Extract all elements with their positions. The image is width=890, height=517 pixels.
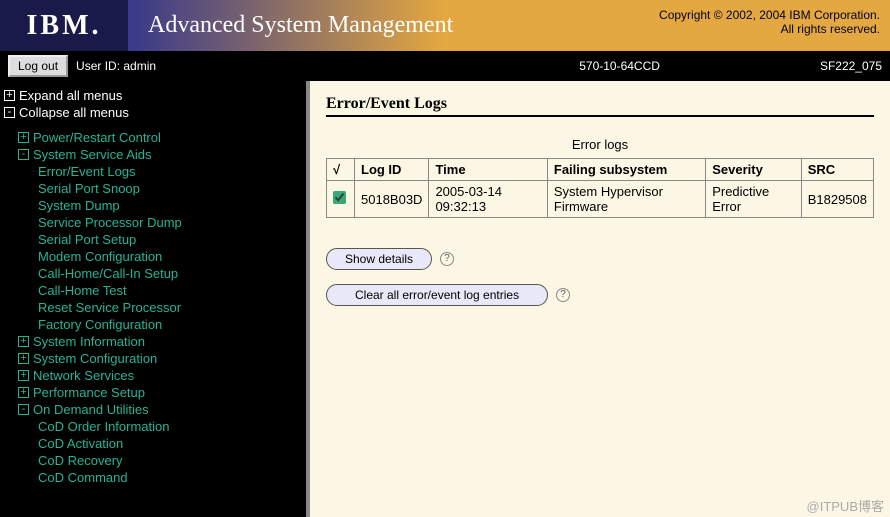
- nav-item-label: CoD Order Information: [38, 419, 170, 434]
- cell-src: B1829508: [801, 181, 873, 218]
- watermark: @ITPUB博客: [807, 496, 884, 515]
- machine-id: 570-10-64CCD: [579, 59, 660, 73]
- nav-item-cod-order-information[interactable]: CoD Order Information: [4, 418, 306, 435]
- minus-icon: -: [18, 404, 29, 415]
- plus-icon: +: [4, 90, 15, 101]
- nav-item-service-processor-dump[interactable]: Service Processor Dump: [4, 214, 306, 231]
- app-header: IBM. Advanced System Management Copyrigh…: [0, 0, 890, 51]
- nav-item-network-services[interactable]: + Network Services: [4, 367, 306, 384]
- section-title: Error logs: [326, 137, 874, 152]
- nav-item-label: Performance Setup: [33, 385, 145, 400]
- nav-item-on-demand-utilities[interactable]: -On Demand Utilities: [4, 401, 306, 418]
- plus-icon: +: [18, 353, 29, 364]
- show-details-button[interactable]: Show details: [326, 248, 432, 270]
- cell-log_id: 5018B03D: [355, 181, 429, 218]
- nav-item-label: Call-Home Test: [38, 283, 127, 298]
- copyright: Copyright © 2002, 2004 IBM Corporation. …: [659, 8, 880, 36]
- col-src: SRC: [801, 159, 873, 181]
- ibm-logo: IBM.: [27, 16, 102, 36]
- plus-icon: +: [18, 132, 29, 143]
- collapse-all-menus[interactable]: - Collapse all menus: [4, 104, 306, 121]
- page-title: Error/Event Logs: [326, 95, 874, 117]
- table-row: 5018B03D2005-03-14 09:32:13System Hyperv…: [327, 181, 874, 218]
- nav-item-label: CoD Command: [38, 470, 128, 485]
- plus-icon: +: [18, 387, 29, 398]
- nav-item-label: System Dump: [38, 198, 120, 213]
- nav-item-label: Power/Restart Control: [33, 130, 161, 145]
- minus-icon: -: [4, 107, 15, 118]
- nav-item-label: Call-Home/Call-In Setup: [38, 266, 178, 281]
- nav-item-call-home-test[interactable]: Call-Home Test: [4, 282, 306, 299]
- nav-item-cod-recovery[interactable]: CoD Recovery: [4, 452, 306, 469]
- nav-item-label: CoD Activation: [38, 436, 123, 451]
- nav-item-system-configuration[interactable]: + System Configuration: [4, 350, 306, 367]
- nav-item-label: Error/Event Logs: [38, 164, 136, 179]
- col-time: Time: [429, 159, 547, 181]
- nav-item-factory-configuration[interactable]: Factory Configuration: [4, 316, 306, 333]
- nav-item-modem-configuration[interactable]: Modem Configuration: [4, 248, 306, 265]
- col-log-id: Log ID: [355, 159, 429, 181]
- nav-item-label: System Information: [33, 334, 145, 349]
- expand-all-menus[interactable]: + Expand all menus: [4, 87, 306, 104]
- nav-item-label: CoD Recovery: [38, 453, 123, 468]
- help-icon[interactable]: ?: [556, 288, 570, 302]
- nav-item-label: System Service Aids: [33, 147, 152, 162]
- user-id-label: User ID: admin: [76, 59, 156, 73]
- user-bar: Log out User ID: admin 570-10-64CCD SF22…: [0, 51, 890, 81]
- nav-item-label: Network Services: [33, 368, 134, 383]
- col-check: √: [327, 159, 355, 181]
- nav-item-cod-command[interactable]: CoD Command: [4, 469, 306, 486]
- nav-item-reset-service-processor[interactable]: Reset Service Processor: [4, 299, 306, 316]
- error-log-table: √ Log ID Time Failing subsystem Severity…: [326, 158, 874, 218]
- main-area: + Expand all menus - Collapse all menus …: [0, 81, 890, 517]
- copyright-line1: Copyright © 2002, 2004 IBM Corporation.: [659, 8, 880, 22]
- nav-item-label: Modem Configuration: [38, 249, 162, 264]
- nav-item-serial-port-snoop[interactable]: Serial Port Snoop: [4, 180, 306, 197]
- nav-item-label: System Configuration: [33, 351, 157, 366]
- logo-area: IBM.: [0, 0, 128, 51]
- nav-item-label: Serial Port Setup: [38, 232, 136, 247]
- col-failing: Failing subsystem: [547, 159, 705, 181]
- firmware-version: SF222_075: [820, 59, 882, 73]
- nav-item-label: On Demand Utilities: [33, 402, 149, 417]
- nav-item-label: Service Processor Dump: [38, 215, 182, 230]
- content-area: Error/Event Logs Error logs √ Log ID Tim…: [310, 81, 890, 517]
- logout-button[interactable]: Log out: [8, 55, 68, 77]
- minus-icon: -: [18, 149, 29, 160]
- cell-severity: Predictive Error: [706, 181, 802, 218]
- nav-item-system-information[interactable]: + System Information: [4, 333, 306, 350]
- nav-item-power-restart-control[interactable]: + Power/Restart Control: [4, 129, 306, 146]
- plus-icon: +: [18, 370, 29, 381]
- nav-item-label: Serial Port Snoop: [38, 181, 140, 196]
- nav-item-cod-activation[interactable]: CoD Activation: [4, 435, 306, 452]
- nav-item-performance-setup[interactable]: + Performance Setup: [4, 384, 306, 401]
- nav-item-label: Reset Service Processor: [38, 300, 181, 315]
- nav-item-serial-port-setup[interactable]: Serial Port Setup: [4, 231, 306, 248]
- copyright-line2: All rights reserved.: [659, 22, 880, 36]
- nav-item-call-home-call-in-setup[interactable]: Call-Home/Call-In Setup: [4, 265, 306, 282]
- cell-failing: System Hypervisor Firmware: [547, 181, 705, 218]
- nav-item-system-service-aids[interactable]: -System Service Aids: [4, 146, 306, 163]
- cell-time: 2005-03-14 09:32:13: [429, 181, 547, 218]
- nav-item-error-event-logs[interactable]: Error/Event Logs: [4, 163, 306, 180]
- help-icon[interactable]: ?: [440, 252, 454, 266]
- nav-item-label: Factory Configuration: [38, 317, 162, 332]
- nav-sidebar[interactable]: + Expand all menus - Collapse all menus …: [0, 81, 310, 517]
- nav-item-system-dump[interactable]: System Dump: [4, 197, 306, 214]
- col-severity: Severity: [706, 159, 802, 181]
- row-checkbox[interactable]: [333, 191, 346, 204]
- table-header-row: √ Log ID Time Failing subsystem Severity…: [327, 159, 874, 181]
- plus-icon: +: [18, 336, 29, 347]
- app-title: Advanced System Management: [128, 12, 453, 39]
- clear-logs-button[interactable]: Clear all error/event log entries: [326, 284, 548, 306]
